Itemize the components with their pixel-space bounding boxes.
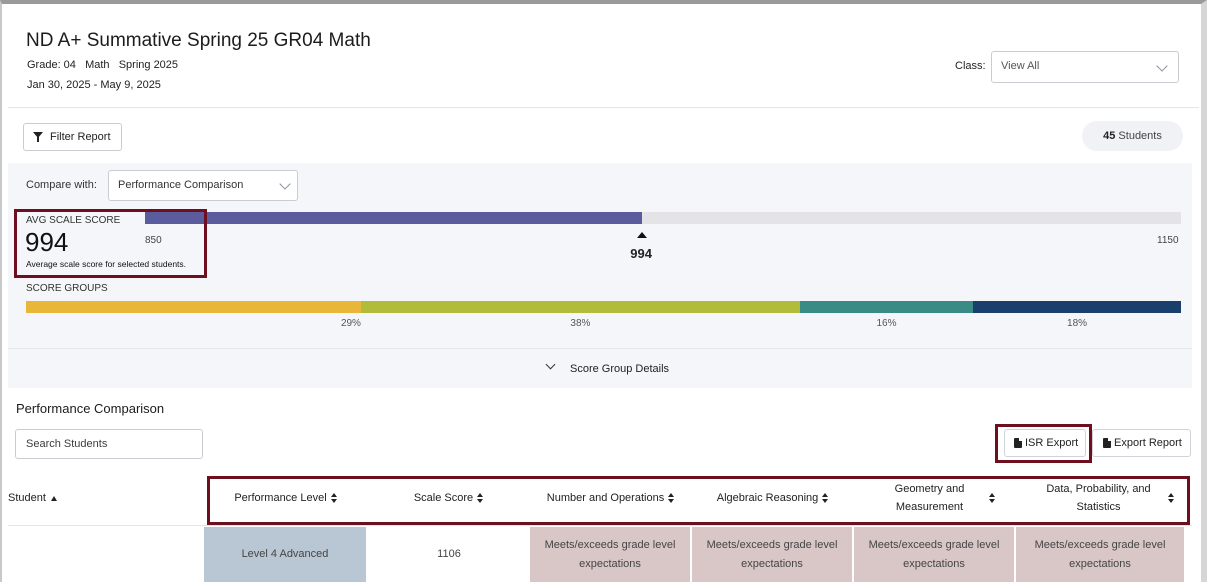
scale-score-fill xyxy=(145,212,643,224)
score-group-segment xyxy=(360,301,800,313)
scale-score-bar xyxy=(145,212,1181,224)
highlight-box-avg-score xyxy=(14,209,207,278)
cell-student xyxy=(8,527,204,582)
score-marker-value: 994 xyxy=(630,246,652,261)
score-groups-bar xyxy=(26,301,1181,313)
score-marker-icon xyxy=(637,232,648,238)
score-group-segment xyxy=(26,301,361,313)
page-title: ND A+ Summative Spring 25 GR04 Math xyxy=(26,30,371,51)
score-group-percent: 16% xyxy=(876,318,897,329)
divider xyxy=(8,107,1199,108)
export-report-button[interactable]: Export Report xyxy=(1092,429,1191,457)
score-group-segment xyxy=(973,301,1181,313)
export-report-label: Export Report xyxy=(1114,437,1182,449)
compare-label: Compare with: xyxy=(26,179,97,191)
filter-report-button[interactable]: Filter Report xyxy=(23,123,122,151)
cell-data-probability: Meets/exceeds grade level expectations xyxy=(1016,527,1184,582)
section-title: Performance Comparison xyxy=(16,401,165,416)
score-group-percent: 18% xyxy=(1067,318,1088,329)
chevron-down-icon xyxy=(279,178,291,190)
cell-algebraic-reasoning: Meets/exceeds grade level expectations xyxy=(692,527,852,582)
score-group-details-toggle[interactable]: Score Group Details xyxy=(8,348,1192,388)
assessment-meta: Grade: 04 Math Spring 2025 xyxy=(27,59,179,71)
table-row[interactable]: Level 4 Advanced 1106 Meets/exceeds grad… xyxy=(8,527,1192,582)
document-icon xyxy=(1103,438,1111,448)
chevron-down-icon xyxy=(545,359,556,370)
search-students-input[interactable] xyxy=(15,429,203,459)
class-label: Class: xyxy=(955,60,986,72)
student-count: 45 xyxy=(1103,130,1116,142)
highlight-box-isr-export xyxy=(995,424,1092,463)
cell-number-operations: Meets/exceeds grade level expectations xyxy=(530,527,690,582)
score-group-percent: 29% xyxy=(340,318,361,329)
scale-max-label: 1150 xyxy=(1157,235,1179,246)
compare-select-value: Performance Comparison xyxy=(118,179,244,191)
column-header-student[interactable]: Student xyxy=(8,470,204,526)
class-select-value: View All xyxy=(1001,60,1040,72)
score-group-percent: 38% xyxy=(570,318,591,329)
assessment-dates: Jan 30, 2025 - May 9, 2025 xyxy=(27,79,161,91)
class-select[interactable]: View All xyxy=(991,51,1179,83)
chevron-down-icon xyxy=(1156,60,1168,72)
student-count-badge: 45 Students xyxy=(1082,121,1183,151)
score-group-details-label: Score Group Details xyxy=(570,363,670,375)
cell-geometry-measurement: Meets/exceeds grade level expectations xyxy=(854,527,1014,582)
highlight-box-columns xyxy=(207,476,1190,525)
filter-report-label: Filter Report xyxy=(50,131,111,143)
score-groups-label: SCORE GROUPS xyxy=(26,283,108,294)
sort-asc-icon xyxy=(50,495,57,501)
cell-scale-score: 1106 xyxy=(437,548,461,560)
cell-performance-level: Level 4 Advanced xyxy=(204,527,366,582)
student-count-suffix: Students xyxy=(1115,130,1162,142)
score-group-segment xyxy=(799,301,974,313)
compare-select[interactable]: Performance Comparison xyxy=(108,170,298,201)
